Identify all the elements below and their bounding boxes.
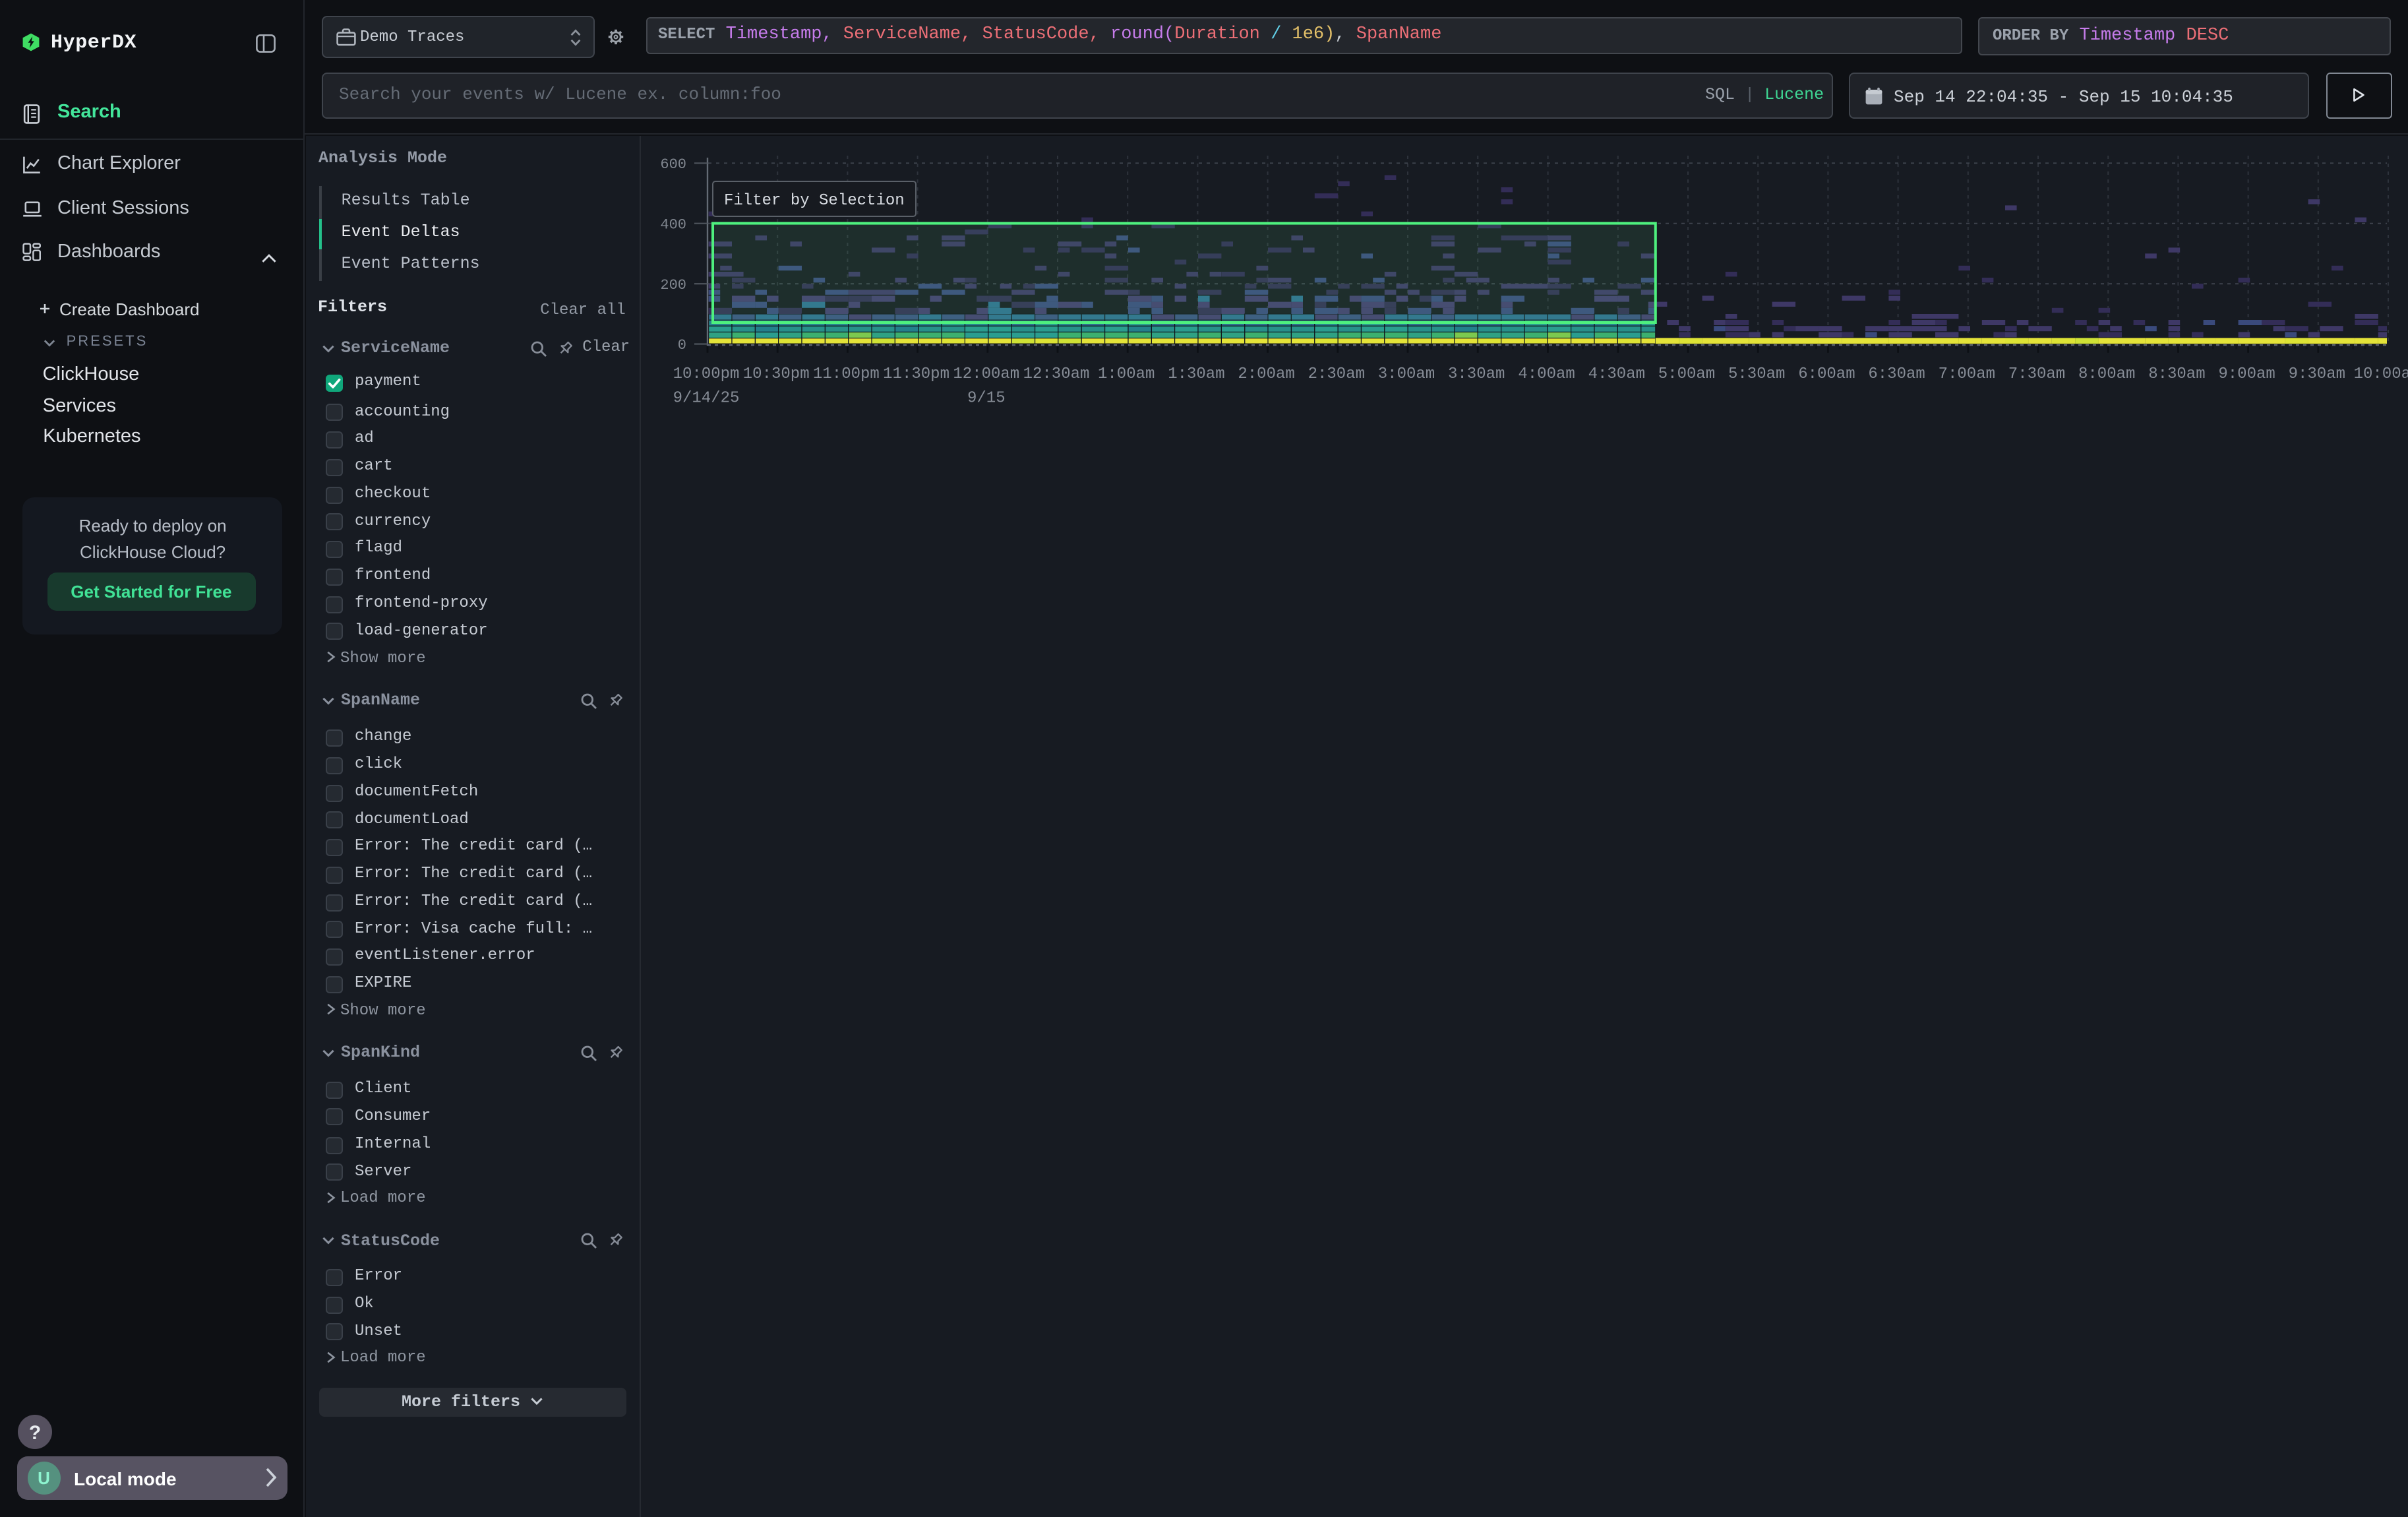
svg-text:?: ? xyxy=(28,1422,40,1444)
